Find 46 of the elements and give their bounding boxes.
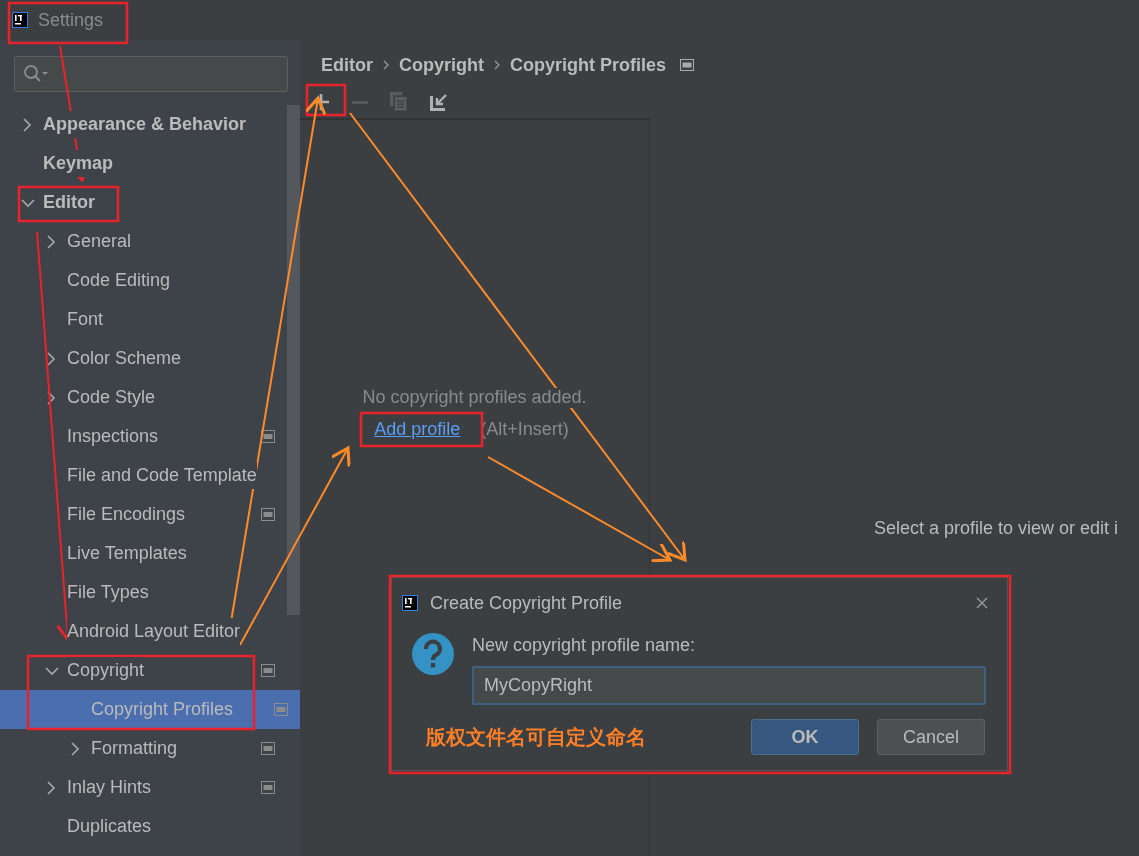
tree-item[interactable]: Font <box>0 300 287 339</box>
window-icon <box>680 59 694 71</box>
import-icon <box>429 93 447 111</box>
tree-item[interactable]: File Encodings <box>0 495 287 534</box>
tree-item[interactable]: Copyright <box>0 651 287 690</box>
tree-item[interactable]: Inspections <box>0 417 287 456</box>
search-icon <box>23 64 49 84</box>
window-title: Settings <box>38 8 104 32</box>
chevron-right-icon <box>493 59 501 71</box>
breadcrumb-item[interactable]: Copyright <box>399 51 484 79</box>
tree-item[interactable]: Live Templates <box>0 534 287 573</box>
tree-item[interactable]: Color Scheme <box>0 339 287 378</box>
tree-item[interactable]: Keymap <box>0 144 287 183</box>
tree-item[interactable]: Inlay Hints <box>0 768 287 807</box>
tree-item[interactable]: File Types <box>0 573 287 612</box>
chevron-right-icon <box>382 59 390 71</box>
tree-item[interactable]: Android Layout Editor <box>0 612 287 651</box>
cancel-button[interactable]: Cancel <box>877 719 985 755</box>
shortcut-hint: (Alt+Insert) <box>480 417 569 441</box>
tree-item[interactable]: Code Editing <box>0 261 287 300</box>
ok-button[interactable]: OK <box>751 719 859 755</box>
tree-item[interactable]: Copyright Profiles <box>0 690 300 729</box>
copy-icon <box>390 92 408 112</box>
app-logo-icon <box>402 595 418 611</box>
breadcrumb-item[interactable]: Editor <box>321 51 373 79</box>
close-icon <box>976 597 988 609</box>
tree-item[interactable]: General <box>0 222 287 261</box>
question-icon <box>411 632 455 676</box>
add-profile-link[interactable]: Add profile <box>374 415 461 443</box>
dialog-title: Create Copyright Profile <box>430 591 623 615</box>
tree-item[interactable]: Formatting <box>0 729 287 768</box>
profile-name-field[interactable]: MyCopyRight <box>472 666 986 705</box>
empty-message: No copyright profiles added. <box>362 388 587 408</box>
tree-item[interactable]: Code Style <box>0 378 287 417</box>
search-field[interactable] <box>14 56 288 92</box>
annotation-box <box>305 83 347 117</box>
tree-item[interactable]: File and Code Template <box>0 456 287 495</box>
tree-item[interactable]: Appearance & Behavior <box>0 105 287 144</box>
detail-hint: Select a profile to view or edit i <box>874 518 1119 538</box>
scrollbar-thumb[interactable] <box>287 105 300 615</box>
tree-item[interactable]: Duplicates <box>0 807 287 846</box>
tree-item[interactable]: Editor <box>0 183 287 222</box>
field-label: New copyright profile name: <box>472 634 697 657</box>
breadcrumb-item[interactable]: Copyright Profiles <box>510 51 666 79</box>
app-logo-icon <box>12 12 28 28</box>
annotation-note: 版权文件名可自定义命名 <box>426 725 646 750</box>
